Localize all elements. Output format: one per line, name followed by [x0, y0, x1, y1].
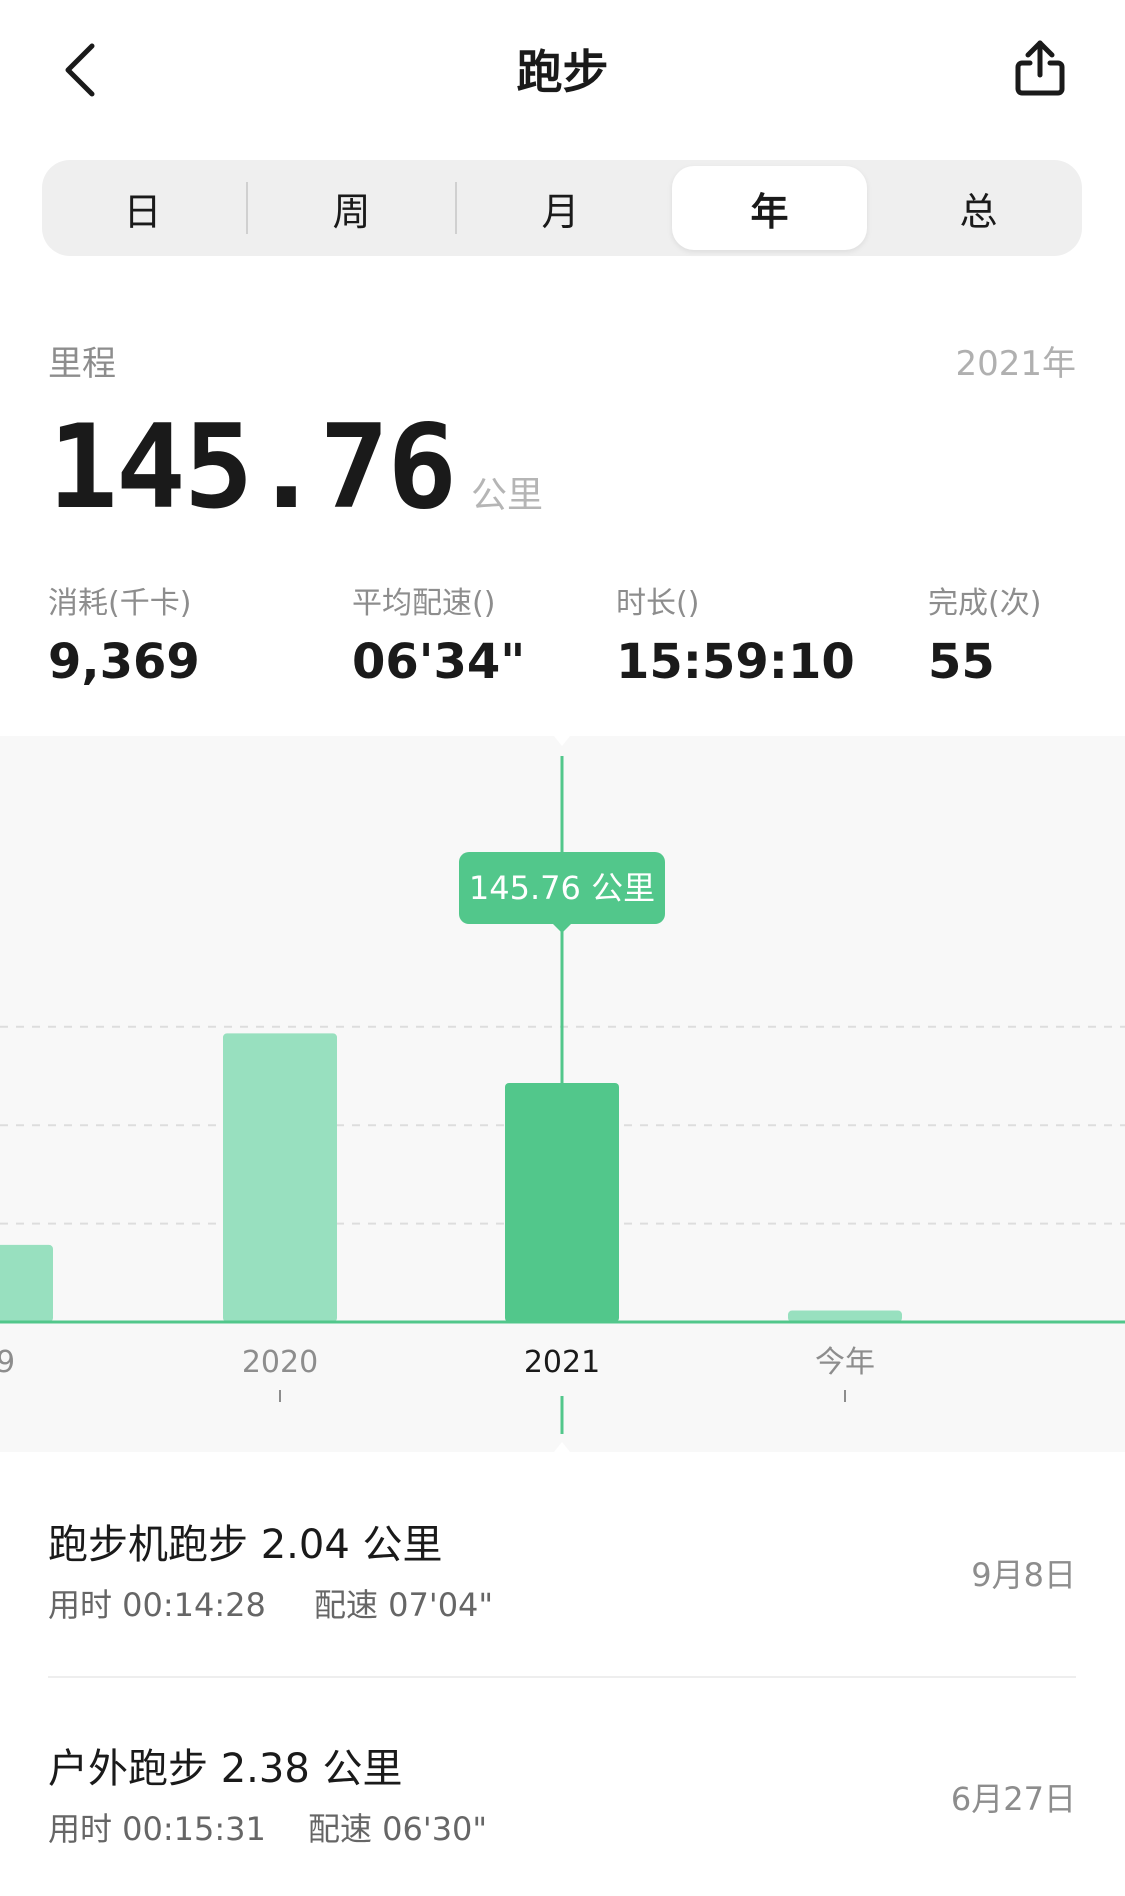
record-date: 6月27日	[950, 1780, 1076, 1818]
tooltip-pointer	[553, 924, 571, 933]
list-item[interactable]: 户外跑步 2.38 公里 用时 00:15:31 配速 06'30" 6月27日	[48, 1736, 1076, 1866]
page-title: 跑步	[516, 45, 609, 99]
avg-pace-value: 06'34"	[352, 634, 526, 690]
tab-year[interactable]: 年	[672, 166, 867, 250]
divider	[48, 1676, 1076, 1678]
duration-value: 15:59:10	[616, 634, 855, 690]
tab-week[interactable]: 周	[254, 166, 449, 250]
calories-value: 9,369	[48, 634, 200, 690]
record-title: 户外跑步 2.38 公里	[48, 1746, 403, 1792]
record-date: 9月8日	[971, 1556, 1076, 1594]
tooltip-label: 145.76 公里	[469, 869, 655, 907]
x-tick-label: 19	[0, 1345, 15, 1380]
avg-pace-label: 平均配速()	[352, 586, 496, 621]
yearly-distance-chart[interactable]: 19 2020 2021 今年 145.76 公里	[0, 736, 1125, 1452]
tab-divider	[246, 182, 248, 234]
share-icon	[1015, 40, 1065, 96]
selection-notch-bottom	[554, 1442, 570, 1452]
share-button[interactable]	[1000, 28, 1080, 108]
chart-bar[interactable]	[788, 1310, 902, 1322]
x-tick-label: 今年	[815, 1345, 875, 1380]
selection-notch-top	[554, 736, 570, 746]
tab-month[interactable]: 月	[463, 166, 658, 250]
record-title: 跑步机跑步 2.04 公里	[48, 1522, 443, 1568]
record-duration: 用时 00:15:31	[48, 1810, 266, 1848]
record-pace: 配速 06'30"	[308, 1810, 488, 1848]
tab-day[interactable]: 日	[45, 166, 240, 250]
distance-label: 里程	[48, 344, 116, 384]
tab-total[interactable]: 总	[881, 166, 1076, 250]
distance-unit: 公里	[471, 475, 544, 516]
distance-value: 145.76	[48, 400, 457, 535]
list-item[interactable]: 跑步机跑步 2.04 公里 用时 00:14:28 配速 07'04" 9月8日	[48, 1512, 1076, 1642]
period-label: 2021年	[955, 344, 1076, 384]
record-pace: 配速 07'04"	[314, 1586, 494, 1624]
distance-summary: 145.76 公里	[48, 400, 543, 535]
chart-bar[interactable]	[0, 1244, 53, 1322]
x-tick-label: 2021	[524, 1345, 600, 1380]
calories-label: 消耗(千卡)	[48, 586, 192, 621]
duration-label: 时长()	[616, 586, 700, 621]
record-duration: 用时 00:14:28	[48, 1586, 266, 1624]
completed-value: 55	[928, 634, 995, 690]
x-tick-label: 2020	[242, 1345, 318, 1380]
chart-area[interactable]: 19 2020 2021 今年 145.76 公里	[0, 736, 1125, 1452]
completed-label: 完成(次)	[928, 586, 1042, 621]
chart-bar[interactable]	[223, 1033, 337, 1322]
tab-divider	[455, 182, 457, 234]
period-segmented-control: 日 周 月 年 总	[42, 160, 1082, 256]
